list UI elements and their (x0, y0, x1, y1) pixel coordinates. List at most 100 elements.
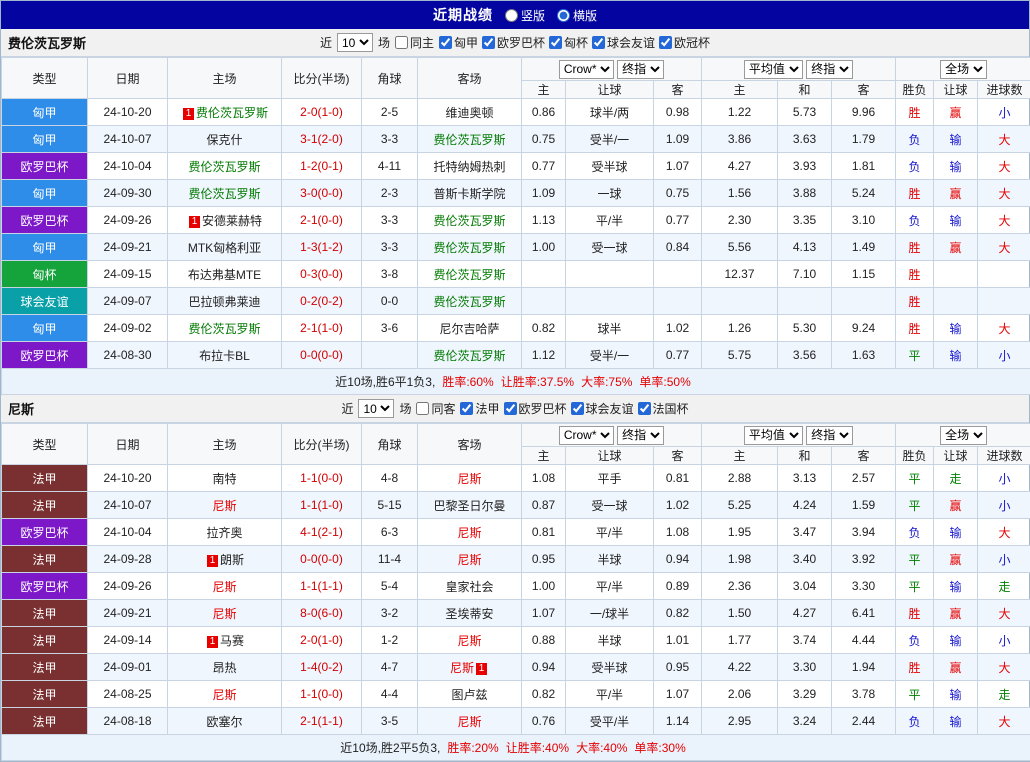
home-team-cell[interactable]: MTK匈格利亚 (168, 234, 282, 261)
home-team-name[interactable]: 尼斯 (212, 499, 236, 513)
score-cell[interactable]: 2-1(0-0) (282, 207, 362, 234)
score-cell[interactable]: 1-3(1-2) (282, 234, 362, 261)
home-team-cell[interactable]: 1马赛 (168, 627, 282, 654)
away-team-cell[interactable]: 尼斯 (418, 546, 522, 573)
league-type-cell[interactable]: 法甲 (2, 708, 88, 735)
scope-select[interactable]: 全场 (940, 426, 987, 445)
home-team-name[interactable]: 巴拉顿弗莱迪 (188, 295, 260, 309)
score-cell[interactable]: 1-1(0-0) (282, 681, 362, 708)
league-type-cell[interactable]: 法甲 (2, 600, 88, 627)
league-checkbox[interactable] (571, 402, 584, 415)
score-cell[interactable]: 3-1(2-0) (282, 126, 362, 153)
horizontal-radio[interactable] (557, 9, 570, 22)
away-team-cell[interactable]: 皇家社会 (418, 573, 522, 600)
home-team-name[interactable]: 费伦茨瓦罗斯 (188, 187, 260, 201)
away-team-name[interactable]: 圣埃蒂安 (445, 607, 493, 621)
recent-count-select[interactable]: 10 (337, 33, 373, 52)
away-team-cell[interactable]: 费伦茨瓦罗斯 (418, 207, 522, 234)
league-type-cell[interactable]: 法甲 (2, 681, 88, 708)
league-filter[interactable]: 欧罗巴杯 (504, 400, 567, 417)
away-team-cell[interactable]: 费伦茨瓦罗斯 (418, 342, 522, 369)
away-team-cell[interactable]: 尼斯 (418, 465, 522, 492)
league-type-cell[interactable]: 欧罗巴杯 (2, 573, 88, 600)
away-team-cell[interactable]: 尼斯 (418, 519, 522, 546)
away-team-name[interactable]: 托特纳姆热刺 (433, 160, 505, 174)
home-team-cell[interactable]: 布拉卡BL (168, 342, 282, 369)
away-team-name[interactable]: 皇家社会 (445, 580, 493, 594)
score-cell[interactable]: 2-1(1-0) (282, 315, 362, 342)
away-team-name[interactable]: 尼斯 (457, 472, 481, 486)
away-team-name[interactable]: 尼斯 (457, 526, 481, 540)
score-cell[interactable]: 8-0(6-0) (282, 600, 362, 627)
away-team-name[interactable]: 尼尔吉哈萨 (439, 322, 499, 336)
home-team-cell[interactable]: 拉齐奥 (168, 519, 282, 546)
away-team-name[interactable]: 普斯卡斯学院 (433, 187, 505, 201)
away-team-cell[interactable]: 尼斯 (418, 708, 522, 735)
away-team-cell[interactable]: 托特纳姆热刺 (418, 153, 522, 180)
home-team-name[interactable]: MTK匈格利亚 (188, 241, 261, 255)
same-venue-filter[interactable]: 同主 (395, 34, 434, 51)
home-team-cell[interactable]: 保克什 (168, 126, 282, 153)
away-team-cell[interactable]: 费伦茨瓦罗斯 (418, 126, 522, 153)
away-team-name[interactable]: 巴黎圣日尔曼 (433, 499, 505, 513)
home-team-cell[interactable]: 南特 (168, 465, 282, 492)
team-name[interactable]: 费伦茨瓦罗斯 (8, 33, 86, 52)
league-filter[interactable]: 法甲 (460, 400, 499, 417)
recent-count-select[interactable]: 10 (358, 399, 394, 418)
avg-time-select[interactable]: 终指 (806, 426, 853, 445)
score-cell[interactable]: 1-1(1-0) (282, 492, 362, 519)
score-cell[interactable]: 0-0(0-0) (282, 546, 362, 573)
away-team-cell[interactable]: 普斯卡斯学院 (418, 180, 522, 207)
score-cell[interactable]: 1-4(0-2) (282, 654, 362, 681)
league-type-cell[interactable]: 匈甲 (2, 126, 88, 153)
score-cell[interactable]: 2-1(1-1) (282, 708, 362, 735)
avg-type-select[interactable]: 平均值 (744, 426, 803, 445)
league-checkbox[interactable] (659, 36, 672, 49)
home-team-name[interactable]: 欧塞尔 (206, 715, 242, 729)
home-team-name[interactable]: 拉齐奥 (206, 526, 242, 540)
league-type-cell[interactable]: 欧罗巴杯 (2, 153, 88, 180)
score-cell[interactable]: 4-1(2-1) (282, 519, 362, 546)
home-team-cell[interactable]: 布达弗基MTE (168, 261, 282, 288)
away-team-cell[interactable]: 费伦茨瓦罗斯 (418, 288, 522, 315)
home-team-name[interactable]: 马赛 (220, 634, 244, 648)
away-team-cell[interactable]: 巴黎圣日尔曼 (418, 492, 522, 519)
league-filter[interactable]: 球会友谊 (592, 34, 655, 51)
league-checkbox[interactable] (482, 36, 495, 49)
score-cell[interactable]: 2-0(1-0) (282, 627, 362, 654)
home-team-name[interactable]: 费伦茨瓦罗斯 (188, 322, 260, 336)
odds-provider-select[interactable]: Crow* (559, 60, 614, 79)
score-cell[interactable]: 3-0(0-0) (282, 180, 362, 207)
away-team-cell[interactable]: 尼斯1 (418, 654, 522, 681)
league-checkbox[interactable] (592, 36, 605, 49)
same-venue-filter[interactable]: 同客 (416, 400, 455, 417)
home-team-cell[interactable]: 1朗斯 (168, 546, 282, 573)
home-team-name[interactable]: 朗斯 (220, 553, 244, 567)
home-team-name[interactable]: 布拉卡BL (199, 349, 250, 363)
home-team-cell[interactable]: 尼斯 (168, 681, 282, 708)
home-team-name[interactable]: 尼斯 (212, 688, 236, 702)
score-cell[interactable]: 0-0(0-0) (282, 342, 362, 369)
league-filter[interactable]: 欧罗巴杯 (482, 34, 545, 51)
league-filter[interactable]: 法国杯 (638, 400, 689, 417)
league-type-cell[interactable]: 匈杯 (2, 261, 88, 288)
league-filter[interactable]: 匈甲 (439, 34, 478, 51)
away-team-name[interactable]: 尼斯 (450, 661, 474, 675)
layout-option-vertical[interactable]: 竖版 (505, 7, 545, 24)
league-checkbox[interactable] (549, 36, 562, 49)
league-type-cell[interactable]: 匈甲 (2, 99, 88, 126)
layout-option-horizontal[interactable]: 横版 (557, 7, 597, 24)
home-team-name[interactable]: 布达弗基MTE (188, 268, 261, 282)
league-type-cell[interactable]: 匈甲 (2, 315, 88, 342)
scope-select[interactable]: 全场 (940, 60, 987, 79)
avg-time-select[interactable]: 终指 (806, 60, 853, 79)
league-type-cell[interactable]: 匈甲 (2, 234, 88, 261)
away-team-cell[interactable]: 费伦茨瓦罗斯 (418, 234, 522, 261)
home-team-cell[interactable]: 昂热 (168, 654, 282, 681)
away-team-cell[interactable]: 费伦茨瓦罗斯 (418, 261, 522, 288)
home-team-cell[interactable]: 费伦茨瓦罗斯 (168, 180, 282, 207)
league-type-cell[interactable]: 欧罗巴杯 (2, 207, 88, 234)
home-team-cell[interactable]: 费伦茨瓦罗斯 (168, 315, 282, 342)
league-filter[interactable]: 球会友谊 (571, 400, 634, 417)
away-team-name[interactable]: 费伦茨瓦罗斯 (433, 295, 505, 309)
